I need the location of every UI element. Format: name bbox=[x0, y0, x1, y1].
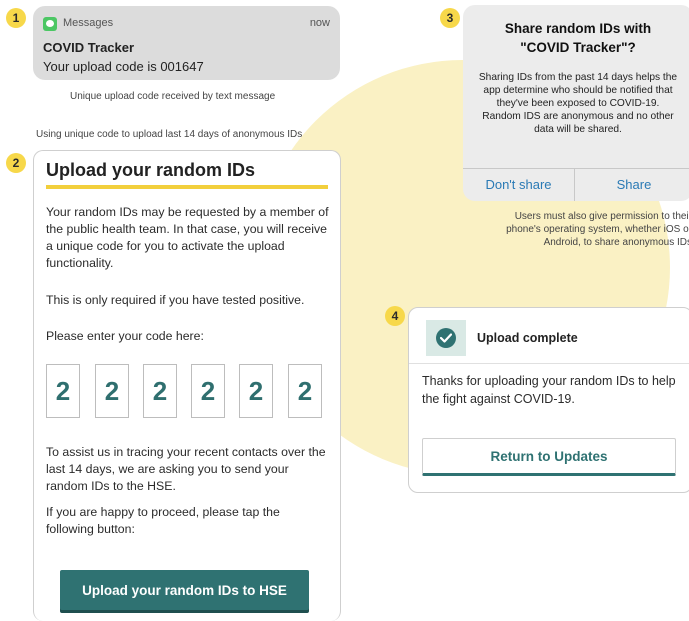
code-digit-2[interactable]: 2 bbox=[95, 364, 129, 418]
complete-card-divider bbox=[409, 363, 689, 364]
code-digit-3[interactable]: 2 bbox=[143, 364, 177, 418]
dont-share-button[interactable]: Don't share bbox=[463, 169, 574, 201]
code-prompt: Please enter your code here: bbox=[46, 329, 204, 343]
upload-complete-card: Upload complete Thanks for uploading you… bbox=[408, 307, 689, 493]
share-dialog-title: Share random IDs with "COVID Tracker"? bbox=[473, 19, 683, 57]
upload-complete-title: Upload complete bbox=[477, 331, 578, 345]
notification-title: COVID Tracker bbox=[43, 40, 135, 55]
notification-body: Your upload code is 001647 bbox=[43, 59, 204, 74]
code-digit-1[interactable]: 2 bbox=[46, 364, 80, 418]
positive-only-note: This is only required if you have tested… bbox=[46, 293, 305, 307]
step-2-badge: 2 bbox=[6, 153, 26, 173]
notification-time: now bbox=[309, 17, 330, 29]
return-to-updates-button[interactable]: Return to Updates bbox=[422, 438, 676, 476]
os-note-line-2: phone's operating system, whether iOS or bbox=[506, 224, 689, 235]
check-icon-background bbox=[426, 320, 466, 356]
notification-caption: Unique upload code received by text mess… bbox=[70, 91, 276, 102]
os-note-line-1: Users must also give permission to their bbox=[514, 211, 689, 222]
share-button[interactable]: Share bbox=[575, 169, 689, 201]
share-title-line-2: "COVID Tracker"? bbox=[520, 40, 636, 55]
os-permission-note: Users must also give permission to their… bbox=[470, 210, 689, 249]
step-1-badge: 1 bbox=[6, 8, 26, 28]
step-3-badge: 3 bbox=[440, 8, 460, 28]
upload-title: Upload your random IDs bbox=[46, 160, 256, 180]
upload-ids-button[interactable]: Upload your random IDs to HSE bbox=[60, 570, 309, 610]
code-digit-5[interactable]: 2 bbox=[239, 364, 273, 418]
share-dialog-body: Sharing IDs from the past 14 days helps … bbox=[478, 72, 678, 135]
check-circle-icon bbox=[436, 328, 456, 348]
code-digit-4[interactable]: 2 bbox=[191, 364, 225, 418]
upload-card: Upload your random IDs Your random IDs m… bbox=[33, 150, 341, 621]
upload-description: Your random IDs may be requested by a me… bbox=[46, 205, 329, 270]
title-underline bbox=[46, 185, 328, 189]
notification-app-name: Messages bbox=[63, 17, 114, 29]
share-title-line-1: Share random IDs with bbox=[504, 21, 652, 36]
proceed-instruction: If you are happy to proceed, please tap … bbox=[46, 505, 280, 536]
sms-notification[interactable]: Messages now COVID Tracker Your upload c… bbox=[33, 6, 340, 80]
os-note-line-3: Android, to share anonymous IDs bbox=[543, 237, 689, 248]
code-digit-6[interactable]: 2 bbox=[288, 364, 322, 418]
tracing-explanation: To assist us in tracing your recent cont… bbox=[46, 445, 326, 493]
upload-caption: Using unique code to upload last 14 days… bbox=[36, 129, 303, 140]
upload-complete-message: Thanks for uploading your random IDs to … bbox=[422, 374, 676, 406]
share-permission-dialog: Share random IDs with "COVID Tracker"? S… bbox=[463, 5, 689, 201]
messages-icon bbox=[43, 17, 57, 31]
step-4-badge: 4 bbox=[385, 306, 405, 326]
